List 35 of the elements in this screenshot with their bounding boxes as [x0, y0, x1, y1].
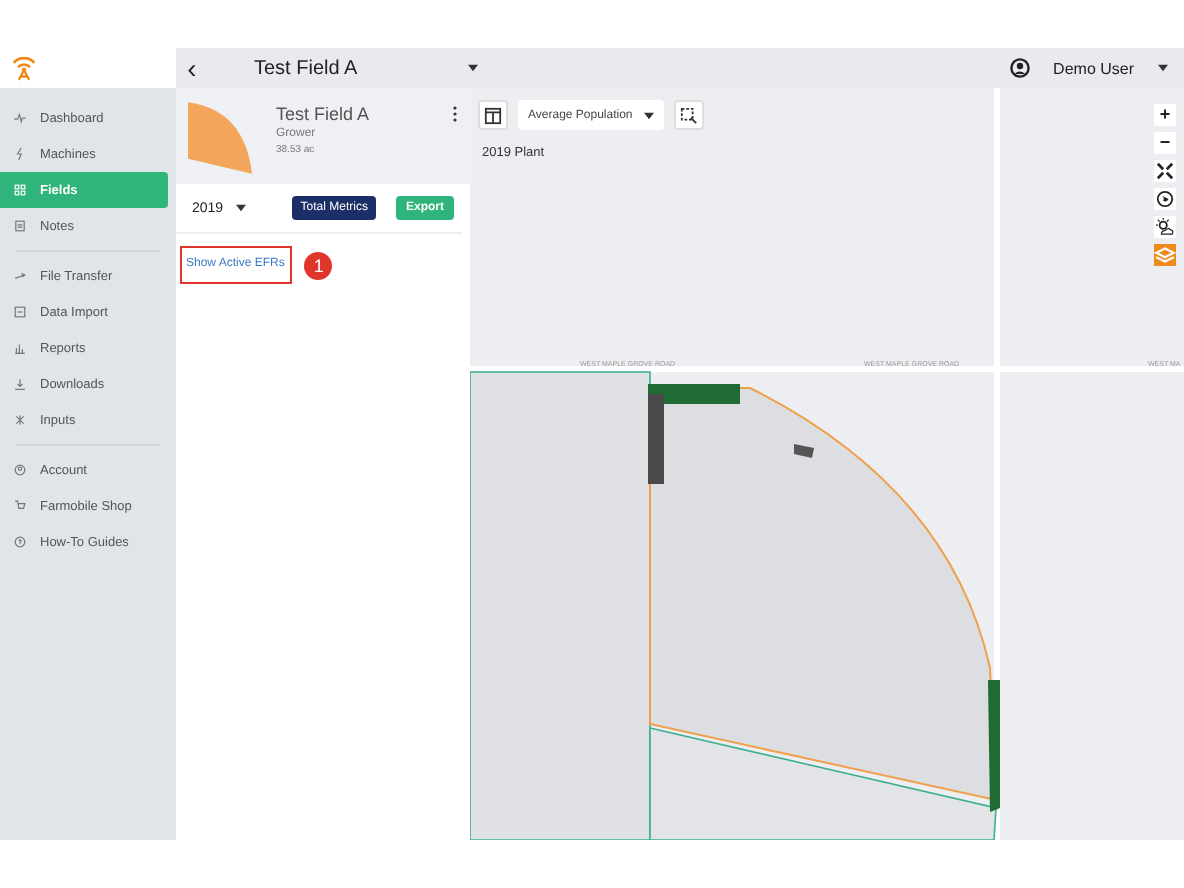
pulse-icon — [14, 112, 26, 124]
machine-path — [794, 444, 814, 458]
import-icon — [14, 306, 26, 318]
fullscreen-icon[interactable] — [1154, 160, 1176, 182]
cart-icon — [14, 500, 26, 512]
note-icon — [14, 220, 26, 232]
field-title: Test Field A — [254, 57, 358, 79]
caret-icon — [235, 204, 246, 212]
area-select-button[interactable] — [674, 100, 705, 130]
field-name: Test Field A — [276, 104, 370, 124]
download-icon — [14, 378, 26, 390]
weather-icon[interactable] — [1154, 216, 1176, 238]
machine-path — [648, 384, 740, 484]
split-view-icon — [484, 106, 502, 126]
account-icon — [14, 464, 26, 476]
help-icon — [14, 536, 26, 548]
field-shape-icon — [188, 100, 252, 176]
back-button[interactable]: ‹ — [180, 52, 204, 84]
lightning-icon — [14, 148, 26, 160]
wifi-logo-icon — [12, 54, 36, 82]
bar-chart-icon — [14, 342, 26, 354]
callout-number-badge: 1 — [304, 251, 333, 279]
user-icon[interactable] — [1009, 58, 1030, 78]
caret-icon — [644, 111, 655, 119]
zoom-in-button[interactable]: + — [1154, 104, 1176, 126]
caret-icon[interactable] — [1158, 64, 1168, 72]
zoom-out-button[interactable]: − — [1154, 132, 1176, 154]
more-options-icon[interactable] — [452, 106, 458, 122]
user-name[interactable]: Demo User — [1053, 59, 1134, 77]
selection-icon — [680, 106, 699, 126]
asterisk-icon — [14, 414, 26, 426]
grid-icon — [14, 184, 26, 196]
arrow-icon — [14, 270, 26, 282]
split-view-button[interactable] — [478, 100, 508, 130]
caret-icon[interactable] — [467, 64, 478, 72]
